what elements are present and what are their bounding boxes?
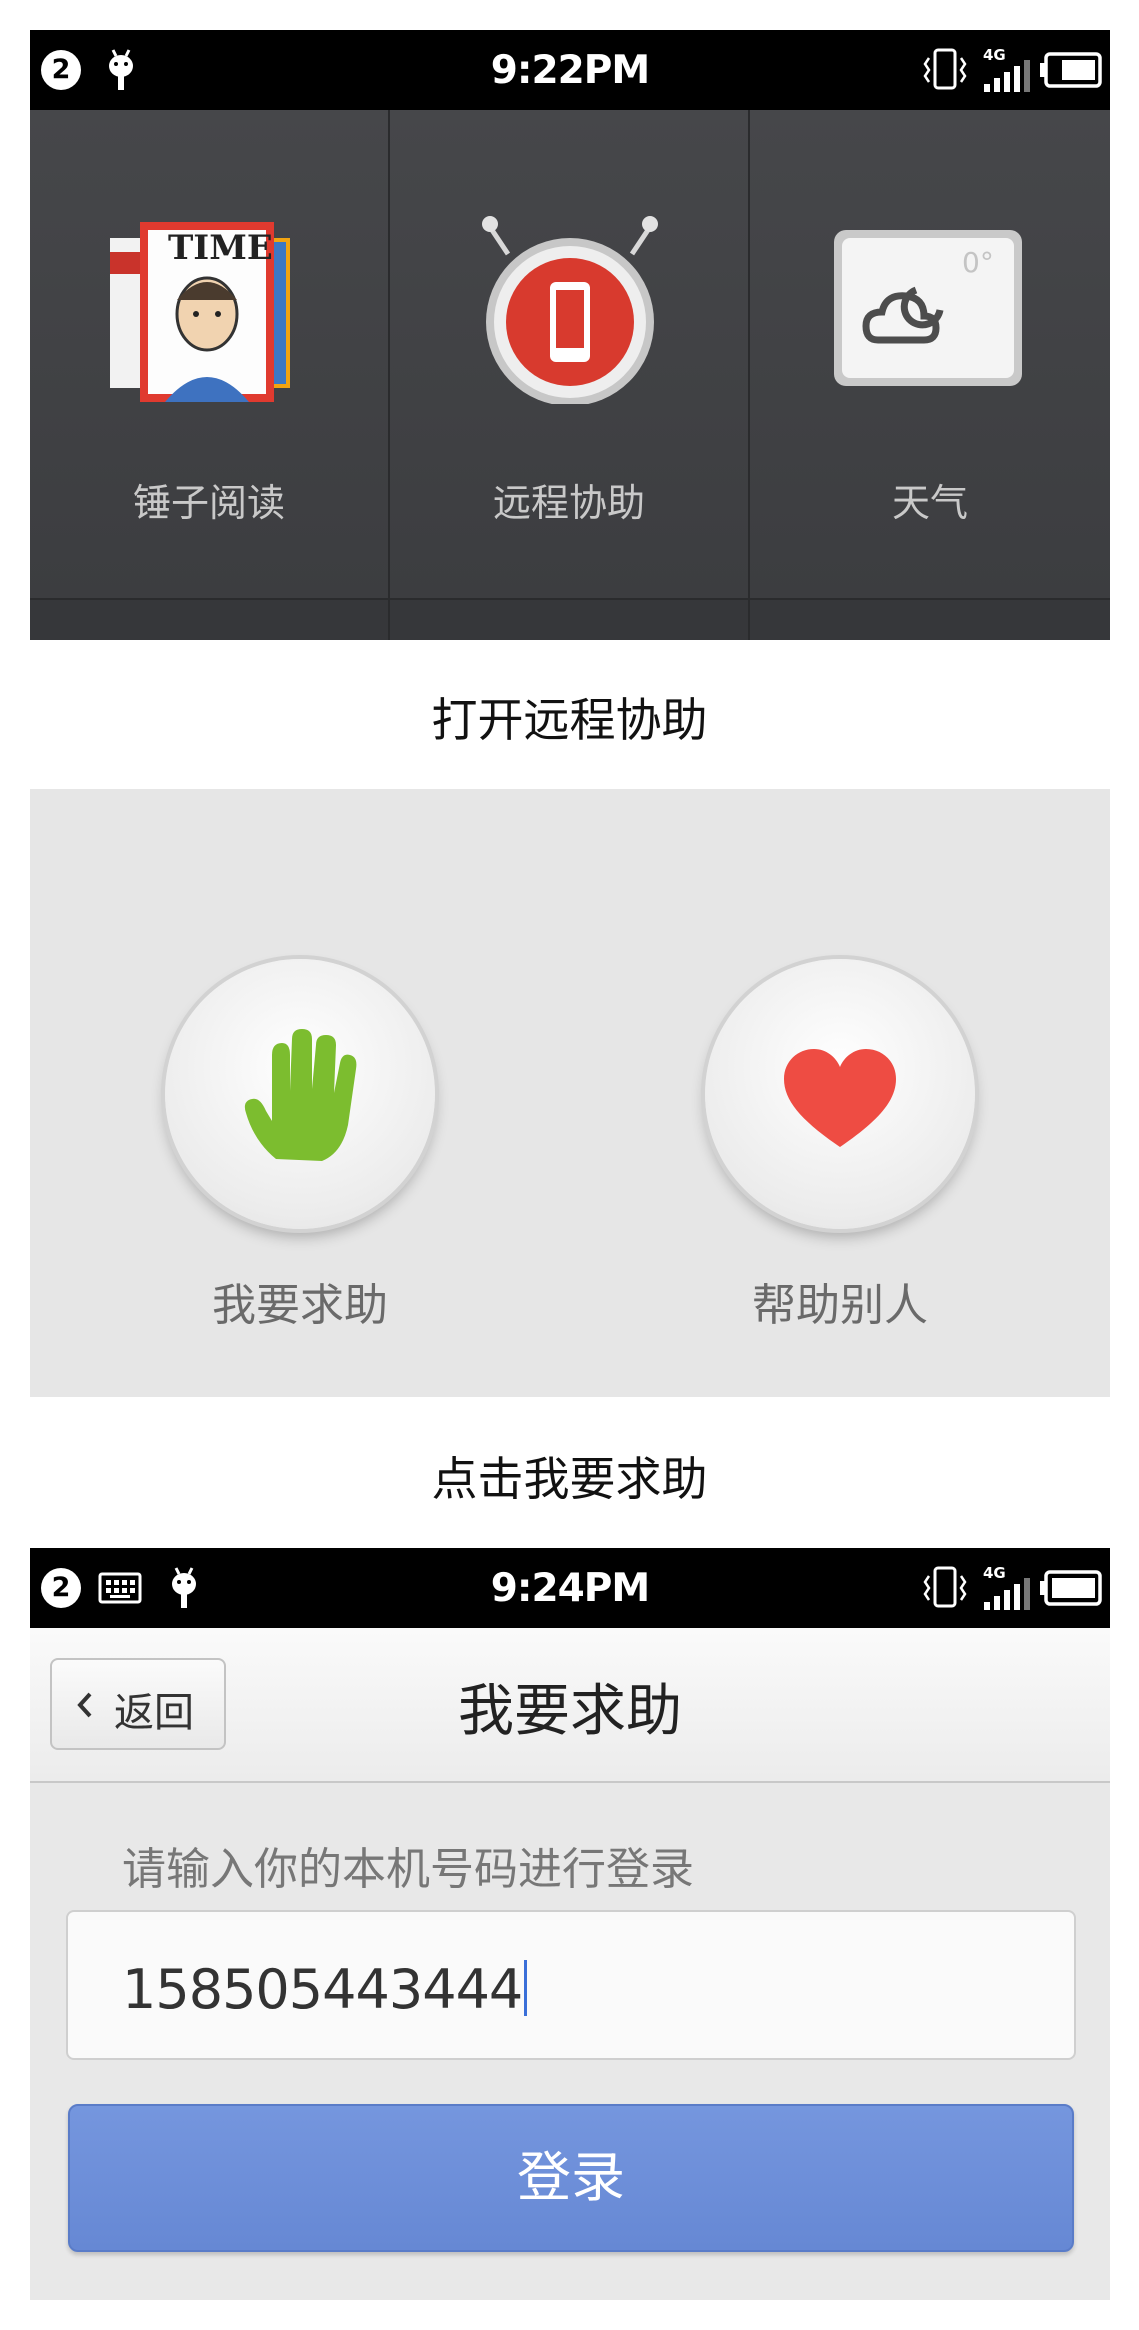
app-tile-reader[interactable]: TIME 锤子阅读	[30, 110, 390, 598]
weather-icon	[834, 230, 1022, 386]
weather-temperature: 0°	[962, 246, 994, 279]
text-caret	[524, 1960, 528, 2016]
login-button[interactable]: 登录	[68, 2104, 1074, 2252]
app-tile-remote-assist[interactable]: 远程协助	[390, 110, 750, 598]
app-label: 锤子阅读	[132, 481, 285, 525]
nav-bar: 返回 我要求助	[30, 1628, 1110, 1783]
hand-icon	[244, 1029, 357, 1161]
signal-icon	[984, 1578, 1030, 1610]
vibrate-icon	[923, 1566, 967, 1608]
step-caption-1: 打开远程协助	[431, 693, 708, 747]
request-help-label: 我要求助	[212, 1280, 388, 1331]
phone-hint: 请输入你的本机号码进行登录	[122, 1844, 694, 1895]
remote-assist-choose-screen: 我要求助 帮助别人	[30, 789, 1110, 1397]
status-bar: 2 9:24PM 4G	[30, 1548, 1110, 1628]
help-others-button[interactable]	[705, 959, 975, 1229]
signal-icon	[984, 60, 1030, 92]
phone-number-value: 158505443444	[122, 1958, 528, 2021]
help-others-label: 帮助别人	[752, 1280, 928, 1331]
battery-icon	[1040, 52, 1102, 88]
app-tile-empty	[30, 598, 390, 640]
phone-number-input[interactable]: 158505443444	[66, 1910, 1076, 2060]
login-screen: 2 9:24PM 4G 返回 我要求助 请输入你的本机号码进行登录 158505…	[30, 1548, 1110, 2300]
request-help-button[interactable]	[165, 959, 435, 1229]
battery-icon	[1040, 1570, 1102, 1606]
heart-icon	[784, 1049, 896, 1147]
launcher-screen: 2 9:22PM 4G TIME 锤子阅读 远程协助 0° 天气	[30, 30, 1110, 640]
app-tile-empty	[750, 598, 1110, 640]
app-tile-empty	[390, 598, 750, 640]
app-tile-weather[interactable]: 0° 天气	[750, 110, 1110, 598]
status-bar: 2 9:22PM 4G	[30, 30, 1110, 110]
step-caption-2: 点击我要求助	[431, 1452, 708, 1506]
vibrate-icon	[923, 48, 967, 90]
magazine-cover-text: TIME	[168, 228, 273, 268]
app-label: 远程协助	[492, 481, 645, 525]
remote-assist-icon	[482, 216, 658, 404]
page-title: 我要求助	[458, 1679, 682, 1744]
app-label: 天气	[891, 481, 968, 525]
